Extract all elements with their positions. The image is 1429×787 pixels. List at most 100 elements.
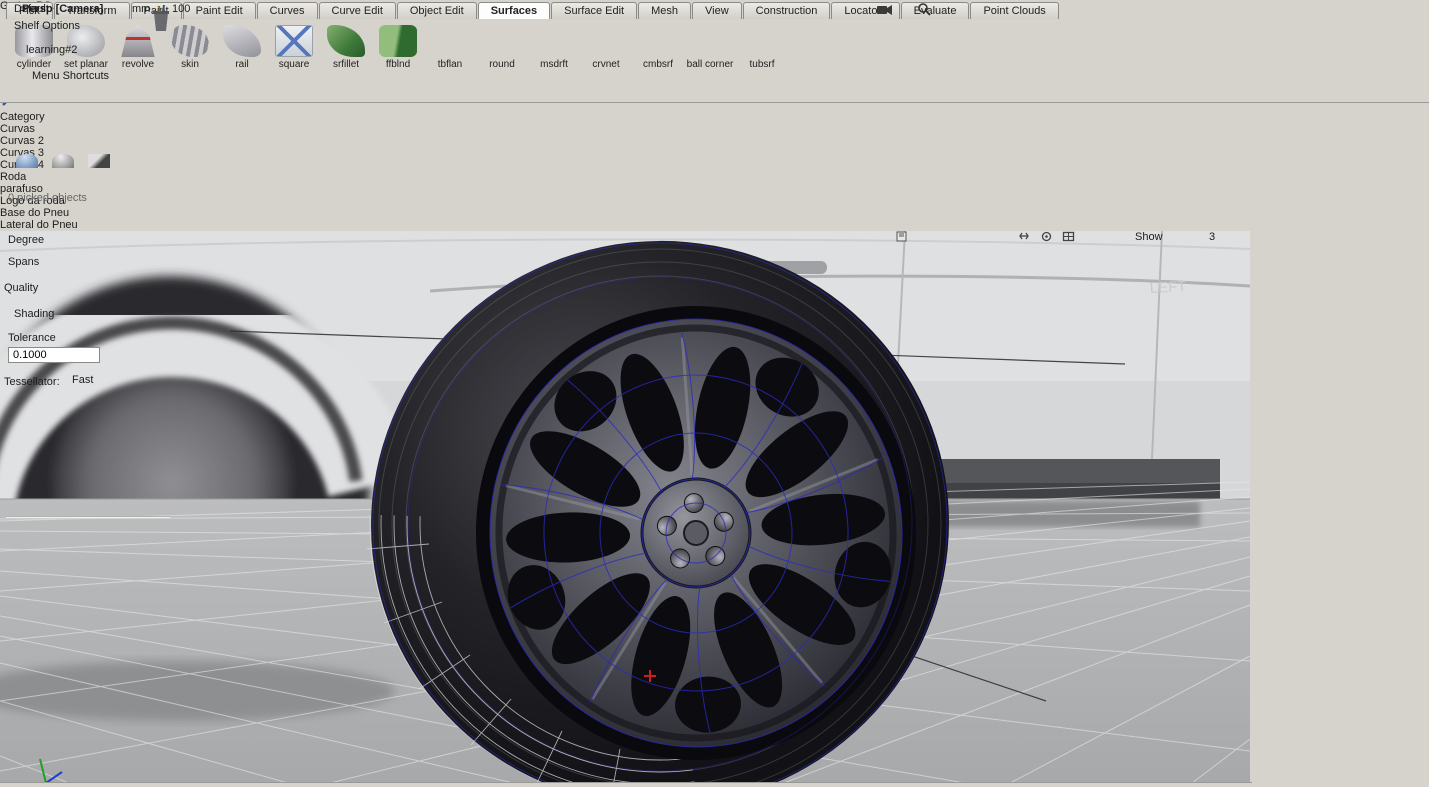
grid-size-label: 100 <box>172 3 190 15</box>
partial-icon <box>52 154 74 168</box>
skin-icon <box>171 25 209 57</box>
shelf-options-value: Shelf Options <box>14 20 80 32</box>
picked-objects-combo[interactable]: 0 picked objects <box>8 192 168 208</box>
partial-icon <box>88 154 110 168</box>
shelf-tab-view[interactable]: View <box>692 2 742 19</box>
quality-section-header[interactable]: Quality <box>4 282 172 299</box>
layer-name: Curvas <box>0 123 35 135</box>
menu-shortcuts-button[interactable]: Menu Shortcuts <box>32 70 114 85</box>
shelf-tab-curve-edit[interactable]: Curve Edit <box>319 2 396 19</box>
cmbsrf-icon <box>639 25 677 57</box>
layer-name: Lateral do Pneu <box>0 219 78 231</box>
left-view-label: LEFT <box>1149 278 1187 297</box>
shelf-tab-mesh[interactable]: Mesh <box>638 2 691 19</box>
trash-icon[interactable] <box>148 3 174 38</box>
tool-label: msdrft <box>528 59 580 70</box>
camera-icon[interactable] <box>876 2 894 20</box>
tool-label: rail <box>216 59 268 70</box>
shelf-tab-surface-edit[interactable]: Surface Edit <box>551 2 637 19</box>
crvnet-icon <box>587 25 625 57</box>
tolerance-label: Tolerance <box>8 332 56 344</box>
square-icon <box>275 25 313 57</box>
tool-cmbsrf[interactable]: cmbsrf <box>632 22 684 70</box>
tubsrf-icon <box>743 25 781 57</box>
shading-label: Shading <box>14 308 54 320</box>
spans-label: Spans <box>8 256 60 268</box>
tool-rail[interactable]: rail <box>216 22 268 70</box>
view-orbit-icon[interactable] <box>1040 231 1058 245</box>
tool-square[interactable]: square <box>268 22 320 70</box>
layer-tab-curvas-4[interactable]: Curvas 4 <box>0 159 1429 171</box>
tool-srfillet[interactable]: srfillet <box>320 22 372 70</box>
tool-tubsrf[interactable]: tubsrf <box>736 22 788 70</box>
bookmark-icon[interactable] <box>896 231 913 245</box>
layer-tab-lateral-do-pneu[interactable]: Lateral do Pneu <box>0 219 1429 231</box>
tab-learning-2[interactable]: learning#2 <box>26 44 136 61</box>
shading-section-row[interactable]: Shading <box>4 306 172 325</box>
shelf-tab-paint-edit[interactable]: Paint Edit <box>183 2 256 19</box>
degree-field-2[interactable] <box>120 232 156 247</box>
show-menu-button[interactable]: Show <box>1135 231 1177 243</box>
view-fit-icon[interactable] <box>1062 231 1080 245</box>
layer-bar: Category Curvas Curvas 2 Curvas 3 Curvas… <box>0 111 1429 231</box>
tessellator-combo[interactable]: Fast <box>72 374 168 390</box>
picked-objects-value: 0 picked objects <box>8 192 87 204</box>
quality-label: Quality <box>4 282 38 294</box>
tolerance-field[interactable] <box>8 347 100 363</box>
shelf-options-combo[interactable]: Shelf Options <box>14 20 144 36</box>
tool-label: cmbsrf <box>632 59 684 70</box>
spans-field-2[interactable] <box>120 254 156 269</box>
tool-label: ffblnd <box>372 59 424 70</box>
perspective-viewport: Persp [Camera] mm 100 Show 3 <box>0 231 1429 787</box>
layer-tab-curvas-2[interactable]: Curvas 2 <box>0 135 1429 147</box>
layer-name: Curvas 2 <box>0 135 44 147</box>
torn-palette-edge <box>8 152 168 178</box>
tool-label: ball corner <box>684 59 736 70</box>
viewport-3d-scene: LEFT <box>0 231 1250 787</box>
view-pan-icon[interactable] <box>1018 231 1036 245</box>
shelf-tab-curves[interactable]: Curves <box>257 2 318 19</box>
tool-ball-corner[interactable]: ball corner <box>684 22 736 70</box>
tool-tbflan[interactable]: tbflan <box>424 22 476 70</box>
bottom-strip <box>0 782 1252 787</box>
layer-tab-base-do-pneu[interactable]: Base do Pneu <box>0 207 1429 219</box>
layer-tab-curvas[interactable]: Curvas <box>0 123 1429 135</box>
tessellator-value: Fast <box>72 374 93 386</box>
shelf-tab-point-clouds[interactable]: Point Clouds <box>970 2 1058 19</box>
layer-tab-curvas-3[interactable]: Curvas 3 <box>0 147 1429 159</box>
degree-field-1[interactable] <box>66 232 106 247</box>
viewport-canvas[interactable]: LEFT <box>0 231 1429 787</box>
shelf-tab-construction[interactable]: Construction <box>743 2 831 19</box>
tool-crvnet[interactable]: crvnet <box>580 22 632 70</box>
tool-round[interactable]: round <box>476 22 528 70</box>
rail-icon <box>223 25 261 57</box>
shelf-tab-evaluate[interactable]: Evaluate <box>901 2 970 19</box>
msdrft-icon <box>535 25 573 57</box>
tool-label: square <box>268 59 320 70</box>
partial-icon <box>16 154 38 168</box>
layer-tab-logo-da-roda[interactable]: Logo da roda <box>0 195 1429 207</box>
spans-field-1[interactable] <box>66 254 106 269</box>
layer-tab-parafuso[interactable]: parafuso <box>0 183 1429 195</box>
tool-label: round <box>476 59 528 70</box>
tool-label: tubsrf <box>736 59 788 70</box>
panel-divider <box>6 516 170 518</box>
round-icon <box>483 25 521 57</box>
zoom-magnifier-icon[interactable] <box>917 2 933 20</box>
shelf-window: Pick Transform Paint Paint Edit Curves C… <box>0 0 1429 103</box>
tolerance-slider-field[interactable] <box>104 347 168 363</box>
layer-category-button[interactable]: Category <box>0 111 1429 123</box>
layer-tab-roda-selected[interactable]: Roda <box>0 171 1429 183</box>
viewport-count-badge[interactable]: 3 <box>1209 231 1224 243</box>
shelf-tab-object-edit[interactable]: Object Edit <box>397 2 477 19</box>
layer-category-label: Category <box>0 111 45 123</box>
tool-ffblnd[interactable]: ffblnd <box>372 22 424 70</box>
shelf-set-combo[interactable]: Default <box>14 3 144 19</box>
shelf-tab-surfaces[interactable]: Surfaces <box>478 2 550 19</box>
shelf-set-value: Default <box>14 3 49 15</box>
tessellator-label: Tessellator: <box>4 376 60 388</box>
alias-application-window: Pick Transform Paint Paint Edit Curves C… <box>0 0 1429 787</box>
tool-msdrft[interactable]: msdrft <box>528 22 580 70</box>
tool-label: skin <box>164 59 216 70</box>
degree-label: Degree <box>8 234 60 246</box>
